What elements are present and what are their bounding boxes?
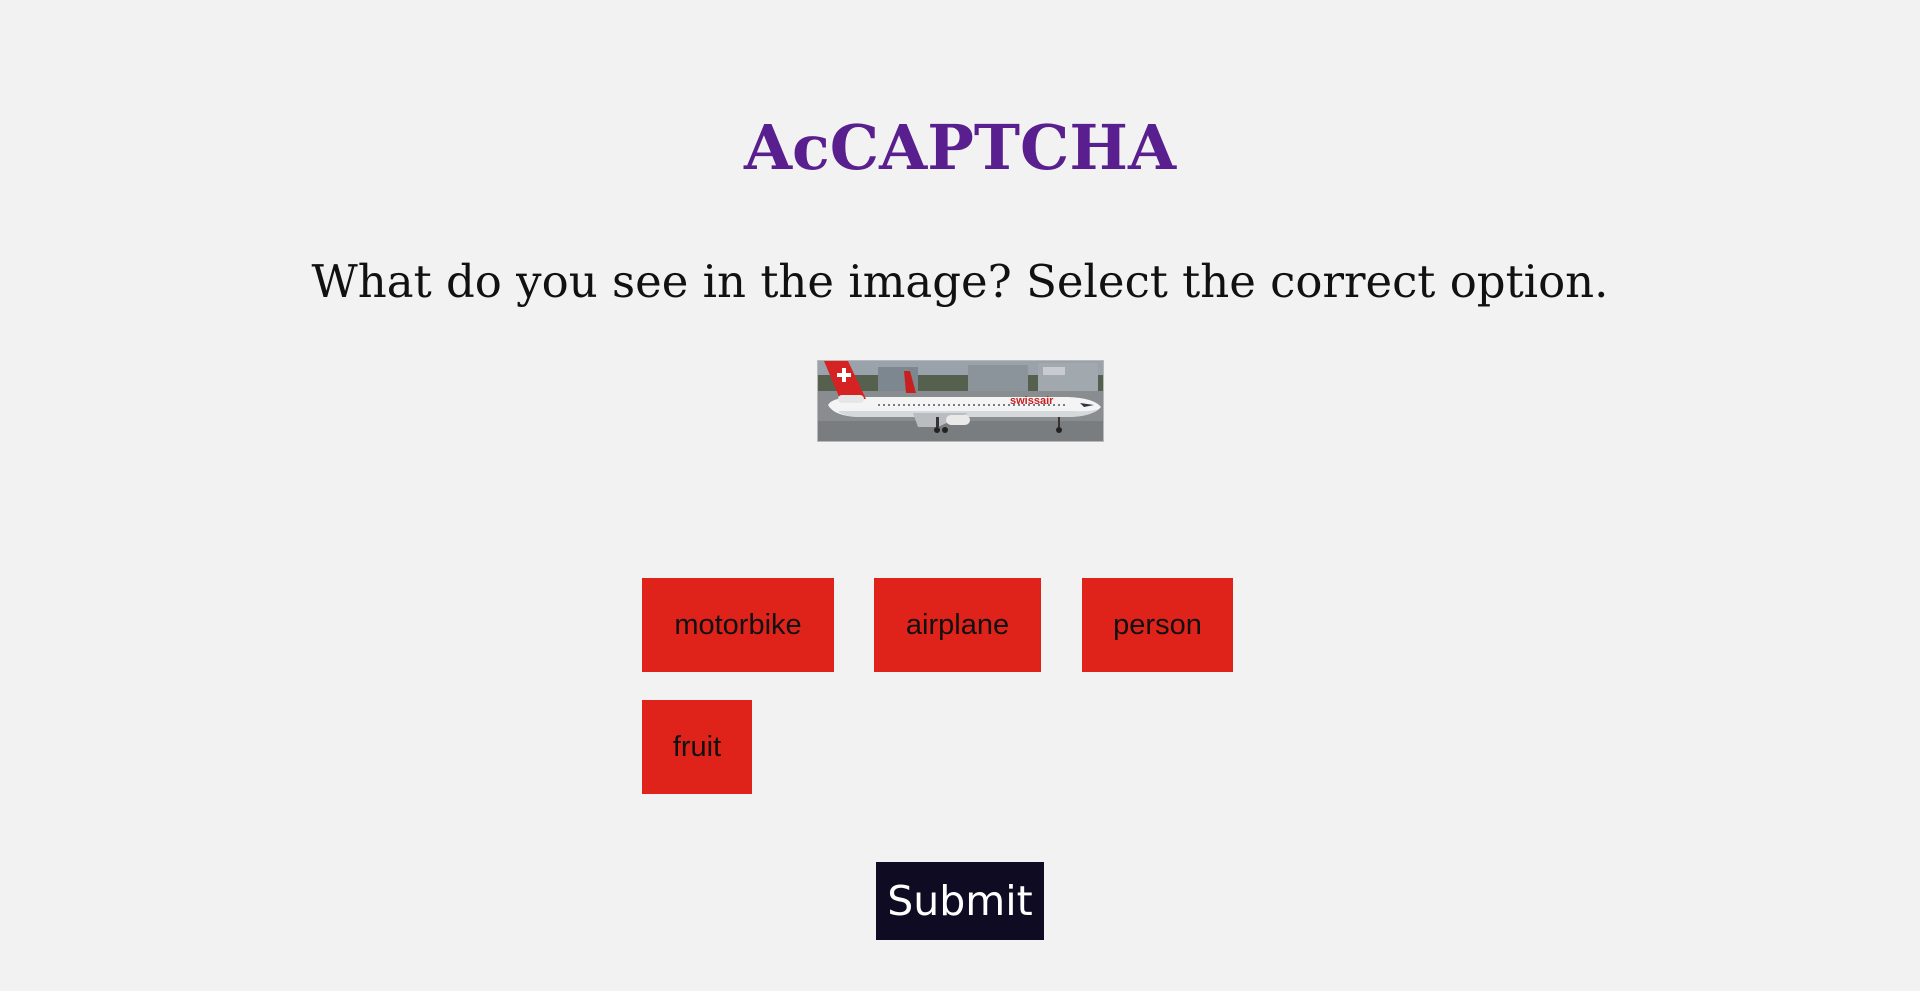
page-title: AcCAPTCHA bbox=[743, 111, 1177, 184]
submit-button[interactable]: Submit bbox=[876, 862, 1044, 940]
option-airplane-button[interactable]: airplane bbox=[874, 578, 1041, 672]
option-fruit-button[interactable]: fruit bbox=[642, 700, 752, 794]
option-person-button[interactable]: person bbox=[1082, 578, 1233, 672]
livery-text: swissair bbox=[1010, 395, 1054, 407]
captcha-question: What do you see in the image? Select the… bbox=[311, 255, 1609, 308]
captcha-image: swissair bbox=[817, 360, 1104, 442]
option-motorbike-button[interactable]: motorbike bbox=[642, 578, 834, 672]
airplane-photo: swissair bbox=[818, 361, 1103, 441]
